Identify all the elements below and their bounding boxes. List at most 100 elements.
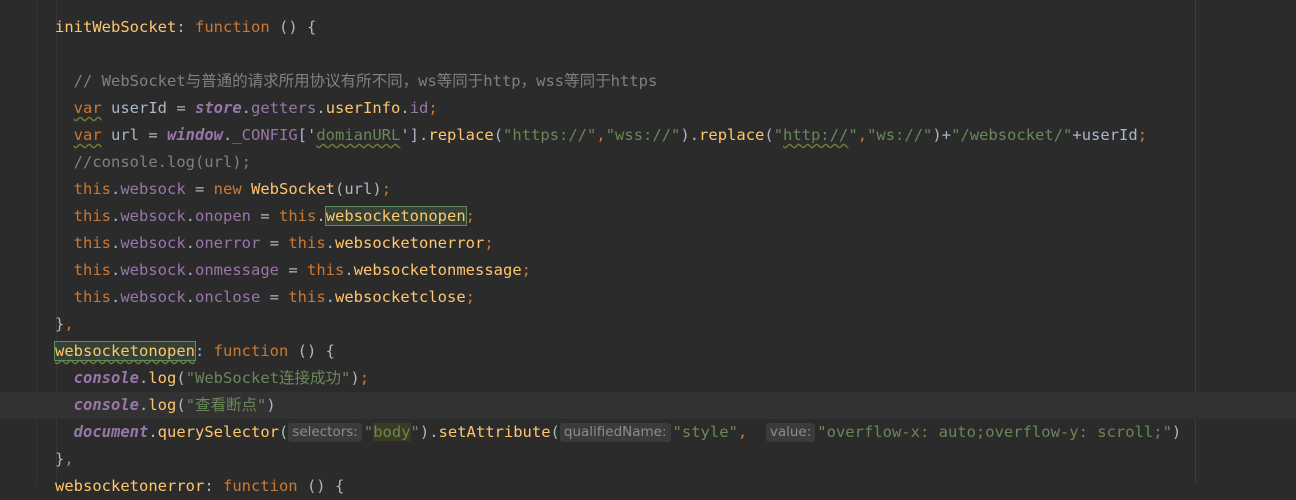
code-line[interactable]: this.websock.onopen = this.websocketonop… (0, 203, 1296, 230)
code-line[interactable]: console.log("查看断点") (0, 392, 1296, 419)
code-token: replace (428, 126, 494, 144)
code-line[interactable] (0, 41, 1296, 68)
code-token: function (195, 18, 270, 36)
code-token: "查看断点" (185, 396, 267, 414)
code-token: " (410, 423, 420, 441)
code-line-content: this.websock = new WebSocket(url); (55, 176, 391, 203)
code-token: (url) (335, 180, 382, 198)
code-line[interactable]: //console.log(url); (0, 149, 1296, 176)
code-token: onerror (195, 234, 261, 252)
code-token: this (73, 288, 111, 306)
code-token: websocketonopen (324, 206, 467, 226)
code-line[interactable]: document.querySelector(selectors: "body")… (0, 419, 1296, 446)
code-token: var (73, 126, 102, 144)
code-token: userId = (101, 99, 195, 117)
code-line[interactable]: this.websock.onmessage = this.websocketo… (0, 257, 1296, 284)
code-token: // WebSocket与普通的请求所用协议有所不同，ws等同于http，wss… (55, 72, 658, 90)
code-token: url = (101, 126, 167, 144)
code-line-content: this.websock.onopen = this.websocketonop… (55, 203, 475, 230)
code-token: '] (400, 126, 420, 144)
code-line[interactable]: websocketonerror: function () { (0, 473, 1296, 500)
code-token: +userId (1072, 126, 1138, 144)
code-token: ; (381, 180, 392, 198)
code-line[interactable]: var url = window._CONFIG['domianURL'].re… (0, 122, 1296, 149)
code-token: "https://" (503, 126, 597, 144)
code-line[interactable]: initWebSocket: function () { (0, 14, 1296, 41)
parameter-hint: qualifiedName: (559, 423, 671, 442)
code-token: userInfo (325, 99, 401, 117)
code-token: , (64, 315, 74, 333)
code-token: " (848, 126, 858, 144)
code-token: "WebSocket连接成功" (185, 369, 351, 387)
code-line-content: var url = window._CONFIG['domianURL'].re… (55, 122, 1147, 149)
code-line[interactable]: console.log("WebSocket连接成功"); (0, 365, 1296, 392)
code-token: ) (1171, 423, 1182, 441)
code-token: ; (359, 369, 370, 387)
code-token: " (773, 126, 784, 144)
code-token: . (148, 423, 158, 441)
code-token: "ws://" (867, 126, 933, 144)
code-token: console (73, 369, 139, 387)
code-token: this (288, 288, 326, 306)
code-token: setAttribute (438, 423, 551, 441)
code-line[interactable]: websocketonopen: function () { (0, 338, 1296, 365)
code-token: ; (428, 99, 438, 117)
code-line[interactable]: this.websock.onerror = this.websocketone… (0, 230, 1296, 257)
code-token: websock (120, 261, 186, 279)
code-token: . (185, 234, 196, 252)
code-token: , (737, 423, 766, 441)
code-token: . (185, 288, 196, 306)
code-token: ( (550, 423, 560, 441)
code-token: . (344, 261, 354, 279)
code-line[interactable]: this.websock = new WebSocket(url); (0, 176, 1296, 203)
code-token: ; (484, 234, 494, 252)
code-line-content: console.log("WebSocket连接成功"); (55, 365, 369, 392)
code-token: . (223, 126, 233, 144)
code-token: id (409, 99, 429, 117)
code-token: var (73, 99, 102, 117)
code-token: . (139, 396, 149, 414)
code-token: ( (176, 369, 186, 387)
code-line[interactable]: var userId = store.getters.userInfo.id; (0, 95, 1296, 122)
code-token: ; (521, 261, 532, 279)
code-line-content: websocketonopen: function () { (54, 338, 335, 365)
code-editor[interactable]: initWebSocket: function () { // WebSocke… (0, 0, 1296, 495)
code-token: new (213, 180, 242, 198)
code-token: querySelector (157, 423, 279, 441)
code-token: this (73, 207, 111, 225)
code-token: } (55, 315, 65, 333)
code-token: "wss://" (605, 126, 681, 144)
code-token: this (307, 261, 345, 279)
code-line[interactable]: }, (0, 311, 1296, 338)
code-token: body (373, 423, 411, 441)
code-line-content: console.log("查看断点") (55, 392, 276, 419)
code-token: websocketonerror (55, 477, 205, 495)
code-line-content: //console.log(url); (55, 149, 251, 176)
code-line[interactable]: // WebSocket与普通的请求所用协议有所不同，ws等同于http，wss… (0, 68, 1296, 95)
code-token: ; (465, 288, 476, 306)
code-line-content: this.websock.onerror = this.websocketone… (55, 230, 494, 257)
code-line-content: var userId = store.getters.userInfo.id; (55, 95, 438, 122)
code-token: . (419, 126, 429, 144)
code-token: ( (493, 126, 504, 144)
code-token: websock (120, 180, 186, 198)
code-token: () { (269, 18, 317, 36)
code-token: . (111, 207, 121, 225)
code-line[interactable]: }, (0, 446, 1296, 473)
code-line[interactable]: this.websock.onclose = this.websocketclo… (0, 284, 1296, 311)
code-line-content: initWebSocket: function () { (55, 14, 316, 41)
code-token: ; (465, 207, 476, 225)
code-line-content: }, (55, 311, 74, 338)
code-token: this (73, 180, 111, 198)
code-token: function (222, 477, 298, 495)
code-token: () { (288, 342, 335, 360)
code-token: WebSocket (251, 180, 336, 198)
code-token: onclose (195, 288, 261, 306)
